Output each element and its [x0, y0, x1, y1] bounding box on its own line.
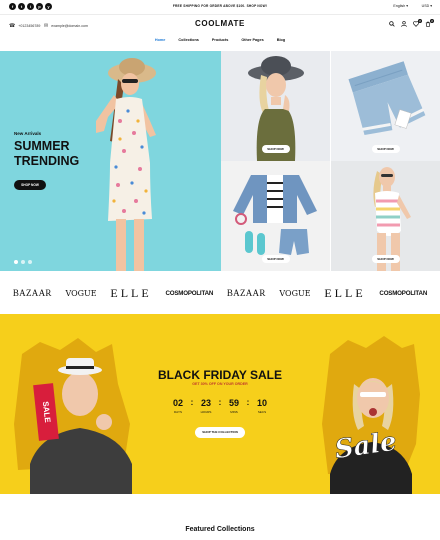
divider	[0, 14, 440, 15]
featured-collections-heading: Featured Collections	[185, 526, 255, 533]
wishlist-count: 0	[418, 19, 422, 23]
search-icon[interactable]	[389, 21, 395, 29]
collection-tile-swimsuit[interactable]: SHOP NOW	[331, 161, 440, 271]
cart-icon[interactable]: 0	[425, 19, 434, 29]
countdown-hours: 23 HOURS	[200, 398, 212, 414]
header-icons: 0 0	[389, 19, 434, 29]
countdown-separator: :	[246, 398, 250, 407]
brand-logo-elle[interactable]: ELLE	[324, 286, 365, 301]
countdown-separator: :	[218, 398, 222, 407]
brand-logo-vogue[interactable]: VOGUE	[65, 289, 96, 298]
cart-count: 0	[430, 19, 434, 23]
nav-home[interactable]: Home	[155, 38, 166, 42]
nav-products[interactable]: Products	[212, 38, 228, 42]
tile-shop-now-button[interactable]: SHOP NOW	[371, 255, 400, 263]
countdown-days: 02 DAYS	[172, 398, 183, 414]
collection-tile-shorts[interactable]: SHOP NOW	[331, 51, 440, 161]
main-nav: Home Collections Products Other Pages Bl…	[0, 38, 440, 42]
hero-slider-dots	[14, 260, 32, 264]
black-friday-title: BLACK FRIDAY SALE	[157, 368, 282, 382]
nav-other-pages[interactable]: Other Pages	[241, 38, 263, 42]
countdown-mins: 59 MINS	[228, 398, 239, 414]
black-friday-banner: SALE Sale BLACK FRIDAY SALE GET 30% OFF …	[0, 314, 440, 494]
countdown-secs: 10 SECS	[256, 398, 267, 414]
countdown-separator: :	[190, 398, 194, 407]
brand-logo-cosmopolitan[interactable]: COSMOPOLITAN	[379, 290, 427, 297]
brand-logo-cosmopolitan[interactable]: COSMOPOLITAN	[165, 290, 213, 297]
brand-logos-strip: BAZAAR VOGUE ELLE COSMOPOLITAN BAZAAR VO…	[0, 272, 440, 314]
account-icon[interactable]	[401, 21, 407, 29]
tile-shop-now-button[interactable]: SHOP NOW	[371, 145, 400, 153]
black-friday-subtitle: GET 30% OFF ON YOUR ORDER	[192, 382, 248, 386]
brand-logo-bazaar[interactable]: BAZAAR	[227, 288, 266, 298]
site-logo[interactable]: COOLMATE	[0, 19, 440, 28]
tile-shop-now-button[interactable]: SHOP NOW	[261, 145, 290, 153]
brand-logo-bazaar[interactable]: BAZAAR	[13, 288, 52, 298]
collection-tile-flatlay[interactable]: SHOP NOW	[221, 161, 330, 271]
currency-selector[interactable]: USD ▾	[422, 4, 432, 8]
collection-tile-hat[interactable]: SHOP NOW	[221, 51, 330, 161]
slider-dot[interactable]	[21, 260, 25, 264]
shop-collection-button[interactable]: SHOP THE COLLECTION	[195, 427, 245, 438]
slider-dot[interactable]	[28, 260, 32, 264]
wishlist-icon[interactable]: 0	[413, 19, 422, 29]
hero-banner[interactable]: New Arrivals SUMMER TRENDING SHOP NOW	[0, 51, 221, 271]
hero-kicker: New Arrivals	[14, 131, 42, 136]
hero-shop-now-button[interactable]: SHOP NOW	[14, 180, 46, 190]
language-selector[interactable]: English ▾	[393, 4, 408, 8]
brand-logo-elle[interactable]: ELLE	[110, 286, 151, 301]
brand-logo-vogue[interactable]: VOGUE	[279, 289, 310, 298]
nav-blog[interactable]: Blog	[277, 38, 285, 42]
nav-collections[interactable]: Collections	[178, 38, 198, 42]
tile-shop-now-button[interactable]: SHOP NOW	[261, 255, 290, 263]
countdown-timer: 02 DAYS : 23 HOURS : 59 MINS : 10 SECS	[170, 398, 270, 414]
topbar: f t i p y FREE SHIPPING FOR ORDER ABOVE …	[0, 0, 440, 13]
promo-text: FREE SHIPPING FOR ORDER ABOVE $100. SHOP…	[172, 4, 268, 8]
slider-dot[interactable]	[14, 260, 18, 264]
hero-title: SUMMER TRENDING	[14, 139, 80, 168]
